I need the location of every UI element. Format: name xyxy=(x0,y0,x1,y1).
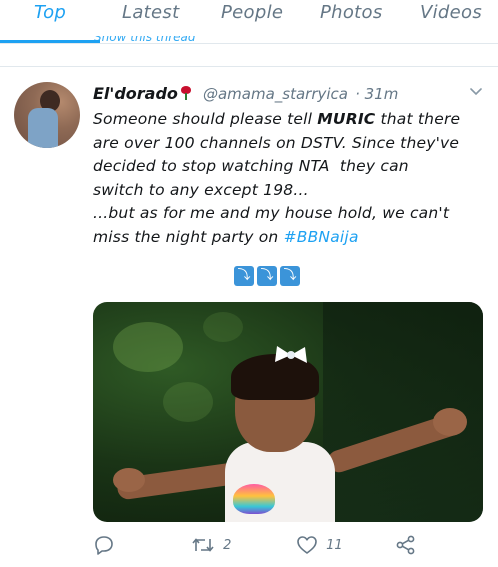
heart-icon xyxy=(297,536,317,554)
tweet-line: switch to any except 198... xyxy=(93,180,309,199)
tab-latest[interactable]: Latest xyxy=(122,2,179,23)
tweet-header: El'dorado @amama_starryica · 31m xyxy=(93,84,398,106)
rose-icon xyxy=(180,86,192,100)
tab-people[interactable]: People xyxy=(221,2,283,23)
retweet-icon xyxy=(192,538,214,552)
search-tabs: Top Latest People Photos Videos xyxy=(0,0,498,44)
down-arrow-emoji: ⤵ xyxy=(234,266,254,286)
down-arrow-emoji: ⤵ xyxy=(257,266,277,286)
hashtag-link[interactable]: #BBNaija xyxy=(284,228,359,246)
tweet-line: ...but as for me and my house hold, we c… xyxy=(93,204,450,222)
share-icon xyxy=(396,535,415,555)
tab-photos[interactable]: Photos xyxy=(320,2,383,23)
tweet-photo[interactable] xyxy=(93,302,483,522)
like-count: 11 xyxy=(326,537,343,553)
display-name[interactable]: El'dorado xyxy=(93,84,178,103)
show-thread-link[interactable]: Show this thread xyxy=(94,36,196,45)
like-button[interactable]: 11 xyxy=(296,535,343,559)
tweet-line: miss the night party on #BBNaija xyxy=(93,227,359,246)
tweet-actions: 2 11 xyxy=(0,532,498,562)
tweet-text: Someone should please tell MURIC that th… xyxy=(93,108,488,249)
hair-bow xyxy=(275,346,307,363)
share-button[interactable] xyxy=(396,535,416,559)
chevron-down-icon[interactable] xyxy=(470,88,482,96)
active-tab-indicator xyxy=(0,40,100,43)
retweet-button[interactable]: 2 xyxy=(191,535,231,559)
tab-top[interactable]: Top xyxy=(34,2,66,23)
tab-videos[interactable]: Videos xyxy=(420,2,482,23)
reply-icon xyxy=(95,536,113,555)
retweet-count: 2 xyxy=(223,537,232,553)
divider xyxy=(0,66,498,67)
tweet-line: decided to stop watching NTA they can xyxy=(93,157,409,175)
username[interactable]: @amama_starryica xyxy=(203,85,348,103)
emoji-row: ⤵ ⤵ ⤵ xyxy=(234,264,303,286)
tweet-line: are over 100 channels on DSTV. Since the… xyxy=(93,133,460,152)
reply-button[interactable] xyxy=(94,535,118,559)
timestamp[interactable]: · 31m xyxy=(355,85,398,103)
tweet-line: Someone should please tell MURIC that th… xyxy=(93,110,461,128)
down-arrow-emoji: ⤵ xyxy=(280,266,300,286)
avatar[interactable] xyxy=(14,82,80,148)
